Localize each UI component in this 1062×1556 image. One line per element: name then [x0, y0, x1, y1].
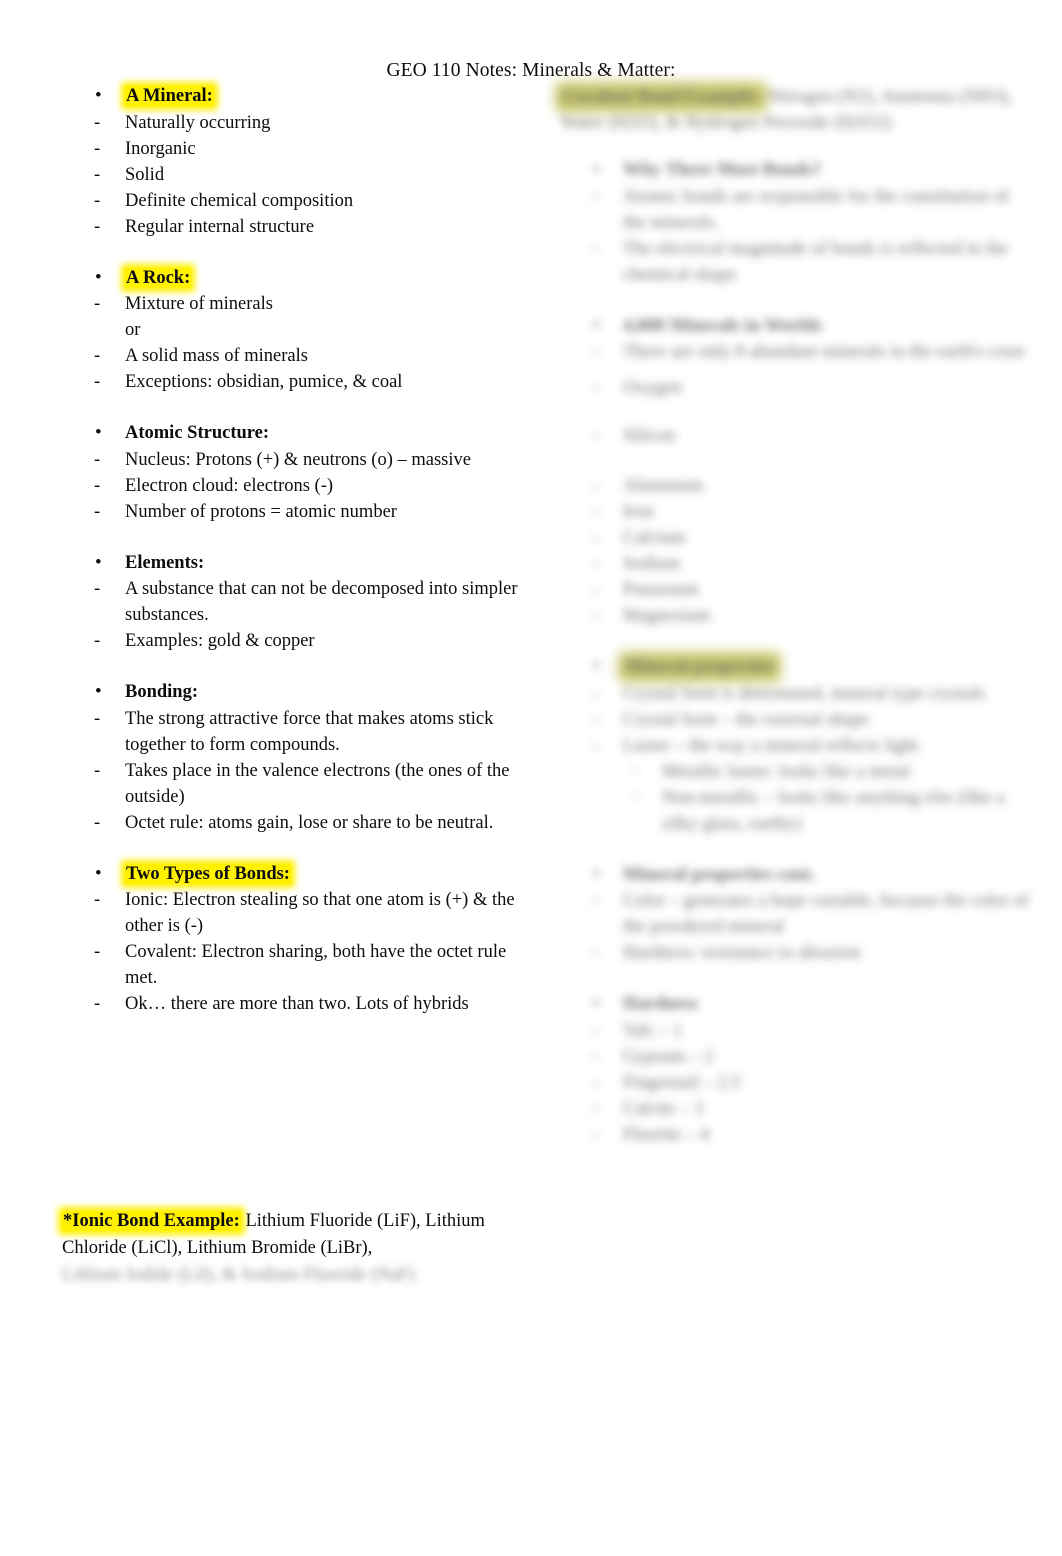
- list-item: Takes place in the valence electrons (th…: [62, 758, 532, 810]
- section-heading-label: Mineral properties cont.: [623, 864, 816, 885]
- list-item: Calcium: [560, 525, 1030, 551]
- list-item: Exceptions: obsidian, pumice, & coal: [62, 369, 532, 395]
- list-item: Sodium: [560, 551, 1030, 577]
- section-heading: Two Types of Bonds:: [62, 861, 532, 888]
- section-heading: Hardness: [560, 991, 1030, 1018]
- list-item: Magnesium: [560, 603, 1030, 629]
- section-bonding: Bonding: The strong attractive force tha…: [62, 679, 532, 836]
- list-item: Solid: [62, 162, 532, 188]
- list-item: Potassium: [560, 577, 1030, 603]
- section-a-rock: A Rock: Mixture of minerals or A solid m…: [62, 265, 532, 395]
- list-item: Fingernail – 2.5: [560, 1070, 1030, 1096]
- list-item: Regular internal structure: [62, 214, 532, 240]
- section-heading-label: A Rock:: [125, 267, 192, 288]
- section-heading-label: A Mineral:: [125, 86, 214, 106]
- section-atomic-structure: Atomic Structure: Nucleus: Protons (+) &…: [62, 420, 532, 525]
- section-a-mineral: A Mineral: Naturally occurring Inorganic…: [62, 83, 532, 240]
- right-column-redacted: Covalent Bond Example: Nitrogen (N2), Am…: [560, 84, 1030, 1174]
- list-item: Nucleus: Protons (+) & neutrons (o) – ma…: [62, 447, 532, 473]
- list-item: Inorganic: [62, 136, 532, 162]
- section-heading-label: Two Types of Bonds:: [125, 863, 291, 884]
- right-section-mineral-properties-cont: Mineral properties cont. Color – generat…: [560, 862, 1030, 966]
- list-item: Talc – 1: [560, 1018, 1030, 1044]
- right-lead-paragraph: Covalent Bond Example: Nitrogen (N2), Am…: [560, 84, 1030, 136]
- list-item: Hardness: resistance to abrasion: [560, 940, 1030, 966]
- right-section-why-bonds: Why There Must Bonds? Atomic bonds are r…: [560, 157, 1030, 288]
- list-item: Gypsum – 2: [560, 1044, 1030, 1070]
- section-heading: Atomic Structure:: [62, 420, 532, 447]
- list-item: Iron: [560, 499, 1030, 525]
- section-heading: Bonding:: [62, 679, 532, 706]
- section-two-types-of-bonds: Two Types of Bonds: Ionic: Electron stea…: [62, 861, 532, 1017]
- list-item: Atomic bonds are responsible for the con…: [560, 184, 1030, 236]
- page-title: GEO 110 Notes: Minerals & Matter:: [386, 60, 676, 81]
- section-heading: Mineral properties cont.: [560, 862, 1030, 889]
- list-item: Calcite – 3: [560, 1096, 1030, 1122]
- section-heading: Elements:: [62, 550, 532, 577]
- section-heading-label: 4,000 Minerals in Worlds: [623, 315, 823, 336]
- section-heading: Mineral properties: [560, 654, 1030, 681]
- right-section-hardness: Hardness Talc – 1 Gypsum – 2 Fingernail …: [560, 991, 1030, 1148]
- list-item: Ionic: Electron stealing so that one ato…: [62, 887, 532, 939]
- list-item: Mixture of minerals: [62, 291, 532, 317]
- section-heading: 4,000 Minerals in Worlds: [560, 313, 1030, 340]
- list-item-continuation: or: [125, 320, 141, 340]
- section-heading: A Rock:: [62, 265, 532, 292]
- footnote-label: *Ionic Bond Example:: [62, 1211, 241, 1231]
- list-item: Ok… there are more than two. Lots of hyb…: [62, 991, 532, 1017]
- section-heading-label: Atomic Structure:: [125, 423, 270, 443]
- list-item: Definite chemical composition: [62, 188, 532, 214]
- list-item: Crystal form – the external shape: [560, 707, 1030, 733]
- list-item: Fluorite – 4: [560, 1122, 1030, 1148]
- list-item: Number of protons = atomic number: [62, 499, 532, 525]
- ionic-bond-example-note: *Ionic Bond Example: Lithium Fluoride (L…: [62, 1208, 522, 1289]
- list-item: Examples: gold & copper: [62, 628, 532, 654]
- right-lead-highlight: Covalent Bond Example:: [560, 87, 763, 107]
- section-heading-label: Mineral properties: [623, 657, 777, 677]
- right-section-minerals-count: 4,000 Minerals in Worlds There are only …: [560, 313, 1030, 629]
- list-item: Oxygen: [560, 375, 1030, 401]
- list-item: Luster – the way a mineral reflects ligh…: [560, 733, 1030, 759]
- section-heading: Why There Must Bonds?: [560, 157, 1030, 184]
- list-item: Non-metallic – looks like anything else …: [602, 784, 1030, 837]
- list-item: The strong attractive force that makes a…: [62, 706, 532, 758]
- section-heading-label: Why There Must Bonds?: [623, 160, 822, 180]
- section-elements: Elements: A substance that can not be de…: [62, 550, 532, 654]
- list-item: Metallic luster: looks like a metal: [602, 758, 1030, 785]
- section-heading-label: Hardness: [623, 994, 699, 1014]
- list-item: Octet rule: atoms gain, lose or share to…: [62, 810, 532, 836]
- list-item: Color – generates a hope variable, becau…: [560, 888, 1030, 940]
- right-section-mineral-properties: Mineral properties Crystal form is deter…: [560, 654, 1030, 837]
- list-item: Aluminum: [560, 473, 1030, 499]
- list-item: Covalent: Electron sharing, both have th…: [62, 939, 532, 991]
- list-item: Naturally occurring: [62, 110, 532, 136]
- section-heading: A Mineral:: [62, 83, 532, 110]
- section-heading-label: Elements:: [125, 552, 205, 573]
- list-item: The electrical magnitude of bonds is ref…: [560, 236, 1030, 288]
- left-column: A Mineral: Naturally occurring Inorganic…: [62, 83, 532, 1017]
- list-item: A substance that can not be decomposed i…: [62, 576, 532, 628]
- list-item: Silicon: [560, 423, 1030, 449]
- list-item: There are only 8 abundant minerals in th…: [560, 339, 1030, 365]
- section-heading-label: Bonding:: [125, 682, 199, 702]
- footnote-obscured-tail: Lithium Iodide (LiI), & Sodium Fluoride …: [62, 1265, 415, 1285]
- list-item: Electron cloud: electrons (-): [62, 473, 532, 499]
- list-item: A solid mass of minerals: [62, 343, 532, 369]
- list-item: Crystal form is determined, mineral type…: [560, 681, 1030, 707]
